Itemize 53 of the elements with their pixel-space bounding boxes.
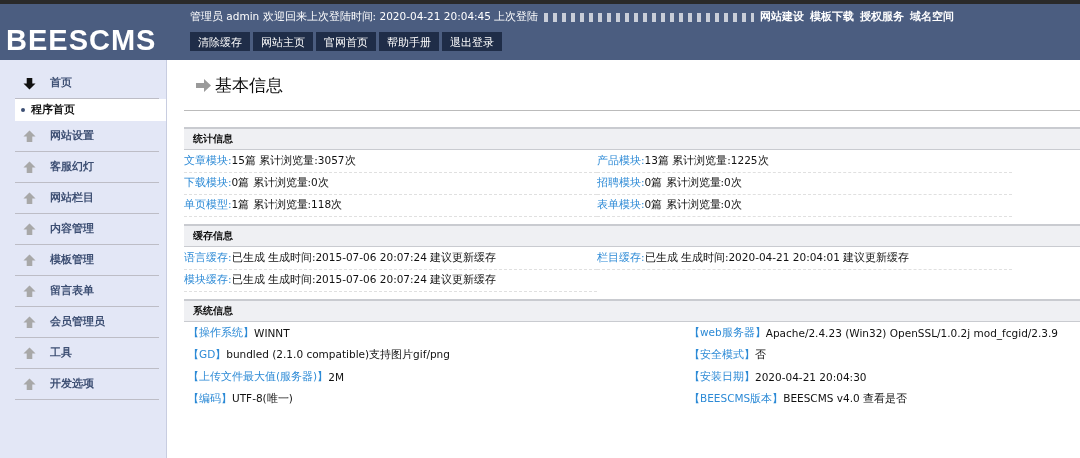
info-cell: 语言缓存:已生成 生成时间:2015-07-06 20:07:24 建议更新缓存 — [184, 247, 597, 270]
header-button[interactable]: 清除缓存 — [190, 32, 250, 51]
info-cell: 表单模块:0篇 累计浏览量:0次 — [597, 194, 1012, 217]
info-cell-text: 【BEESCMS版本】BEESCMS v4.0 查看是否 — [688, 391, 908, 406]
sidebar-item[interactable]: 内容管理 — [15, 214, 159, 245]
sidebar-item[interactable]: 网站栏目 — [15, 183, 159, 214]
up-arrow-icon — [23, 222, 36, 236]
info-cell-text: 【操作系统】WINNT — [187, 325, 291, 341]
up-arrow-icon — [23, 253, 36, 267]
info-cell-text: 【上传文件最大值(服务器)】2M — [187, 369, 345, 385]
logo: BEESCMS — [5, 23, 158, 58]
info-cell: 招聘模块:0篇 累计浏览量:0次 — [597, 172, 1012, 195]
up-arrow-icon — [23, 129, 36, 143]
up-arrow-icon — [23, 315, 36, 329]
sidebar-item[interactable]: 工具 — [15, 338, 159, 369]
info-cell-text: 【编码】UTF-8(唯一) — [187, 391, 294, 406]
header-link[interactable]: 网站建设 — [760, 10, 805, 24]
up-arrow-icon — [23, 346, 36, 360]
header-link[interactable]: 模板下载 — [810, 10, 855, 24]
up-arrow-icon — [23, 160, 36, 174]
info-cell-text: 【安全模式】否 — [688, 347, 767, 362]
sidebar-item[interactable]: 模板管理 — [15, 245, 159, 276]
header-link[interactable]: 域名空间 — [910, 10, 955, 24]
info-cell: 模块缓存:已生成 生成时间:2015-07-06 20:07:24 建议更新缓存 — [184, 269, 597, 292]
header-button[interactable]: 退出登录 — [442, 32, 502, 51]
sidebar-item[interactable]: 客服幻灯 — [15, 152, 159, 183]
section-header: 统计信息 — [184, 127, 1080, 150]
page-title: 基本信息 — [215, 73, 283, 97]
header-button[interactable]: 网站主页 — [253, 32, 313, 51]
section-header: 系统信息 — [184, 299, 1080, 322]
info-cell: 文章模块:15篇 累计浏览量:3057次 — [184, 150, 597, 173]
header-button[interactable]: 官网首页 — [316, 32, 376, 51]
up-arrow-icon — [23, 377, 36, 391]
info-cell: 下载模块:0篇 累计浏览量:0次 — [184, 172, 597, 195]
up-arrow-icon — [23, 191, 36, 205]
up-arrow-icon — [23, 284, 36, 298]
info-cell: 单页模型:1篇 累计浏览量:118次 — [184, 194, 597, 217]
down-arrow-icon — [23, 76, 36, 90]
sidebar-subitem[interactable]: 程序首页 — [15, 99, 166, 121]
welcome-text: 管理员 admin 欢迎回来上次登陆时间: 2020-04-21 20:04:45 上次登陆 — [190, 10, 539, 24]
sidebar-item[interactable]: 开发选项 — [15, 369, 159, 400]
section-header: 缓存信息 — [184, 224, 1080, 247]
sidebar-item[interactable]: 会员管理员 — [15, 307, 159, 338]
sidebar-item[interactable]: 网站设置 — [15, 121, 159, 152]
info-cell: 产品模块:13篇 累计浏览量:1225次 — [597, 150, 1012, 173]
info-cell: 栏目缓存:已生成 生成时间:2020-04-21 20:04:01 建议更新缓存 — [597, 247, 1012, 270]
header-button[interactable]: 帮助手册 — [379, 32, 439, 51]
info-cell-text: 【GD】bundled (2.1.0 compatible)支持图片gif/png — [187, 347, 451, 362]
info-cell-text: 【安装日期】2020-04-21 20:04:30 — [688, 369, 868, 385]
sidebar-item[interactable]: 留言表单 — [15, 276, 159, 307]
header-link[interactable]: 授权服务 — [860, 10, 905, 24]
info-cell-text: 【web服务器】Apache/2.4.23 (Win32) OpenSSL/1.0.2j mod_fcgid/2.3.9 — [688, 325, 1060, 342]
arrow-icon — [196, 78, 211, 92]
